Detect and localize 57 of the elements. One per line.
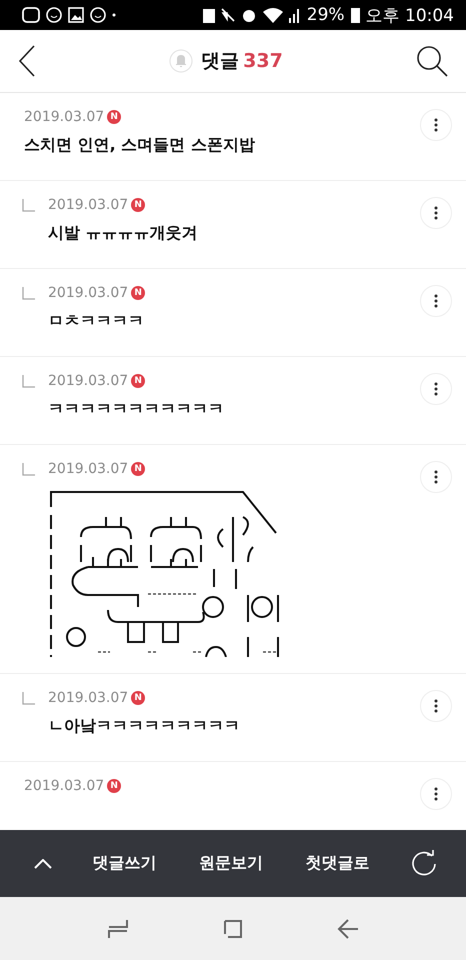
- app-notification-icon: [22, 6, 40, 24]
- back-nav-button[interactable]: [337, 918, 360, 940]
- more-options-button[interactable]: [420, 109, 452, 141]
- comment-text: 시발 ㅠㅠㅠㅠ개웃겨: [48, 223, 199, 244]
- new-badge: N: [131, 374, 146, 388]
- comment-text: ㅋㅋㅋㅋㅋㅋㅋㅋㅋㅋㅋ: [48, 399, 225, 420]
- comment-date: 2019.03.07: [24, 109, 104, 125]
- comment-date: 2019.03.07: [48, 197, 128, 213]
- comment-date: 2019.03.07: [48, 373, 128, 389]
- new-badge: N: [131, 198, 146, 212]
- home-button[interactable]: [222, 918, 244, 940]
- more-vertical-icon: [434, 470, 438, 484]
- bottom-bar-button[interactable]: 첫댓글로: [304, 849, 372, 878]
- more-vertical-icon: [434, 382, 438, 396]
- smiley-icon: [90, 7, 106, 23]
- comment-text: ㄴ아낰ㅋㅋㅋㅋㅋㅋㅋㅋㅋ: [48, 716, 241, 737]
- more-options-button[interactable]: [420, 285, 452, 317]
- more-vertical-icon: [434, 294, 438, 308]
- header-title: 댓글: [201, 49, 240, 74]
- bell-icon: [169, 49, 194, 73]
- battery-icon: [350, 7, 360, 23]
- more-vertical-icon: [434, 118, 438, 132]
- refresh-button[interactable]: [410, 850, 438, 878]
- more-vertical-icon: [434, 699, 438, 713]
- dot-icon: [112, 13, 116, 17]
- image-icon: [68, 7, 84, 23]
- comment-text: ㅁㅊㅋㅋㅋㅋ: [48, 311, 145, 332]
- comment-count: 337: [243, 50, 283, 72]
- comment-date: 2019.03.07: [24, 778, 104, 794]
- comment-date: 2019.03.07: [48, 461, 128, 477]
- comment-date: 2019.03.07: [48, 285, 128, 301]
- search-button[interactable]: [416, 45, 448, 77]
- comment-text: 스치면 인연, 스며들면 스폰지밥: [24, 135, 256, 156]
- more-options-button[interactable]: [420, 373, 452, 405]
- more-vertical-icon: [434, 206, 438, 220]
- more-options-button[interactable]: [420, 690, 452, 722]
- comment-date: 2019.03.07: [48, 690, 128, 706]
- scroll-up-button[interactable]: [34, 858, 52, 868]
- mute-icon: [220, 8, 235, 22]
- more-options-button[interactable]: [420, 461, 452, 493]
- clock-time: 오후 10:04: [366, 4, 454, 26]
- more-options-button[interactable]: [420, 778, 452, 810]
- new-badge: N: [107, 779, 122, 793]
- new-badge: N: [131, 286, 146, 300]
- new-badge: N: [131, 462, 146, 476]
- signal-icon: [288, 7, 301, 23]
- new-badge: N: [107, 110, 122, 124]
- more-vertical-icon: [434, 787, 438, 801]
- more-options-button[interactable]: [420, 197, 452, 229]
- recent-apps-button[interactable]: [106, 918, 129, 940]
- wifi-icon: [262, 7, 283, 23]
- smiley-icon: [46, 7, 62, 23]
- back-button[interactable]: [18, 45, 36, 77]
- new-badge: N: [131, 691, 146, 705]
- bottom-bar-button[interactable]: 원문보기: [197, 849, 265, 878]
- bottom-bar-button[interactable]: 댓글쓰기: [90, 849, 158, 878]
- battery-percentage: 29%: [306, 5, 345, 25]
